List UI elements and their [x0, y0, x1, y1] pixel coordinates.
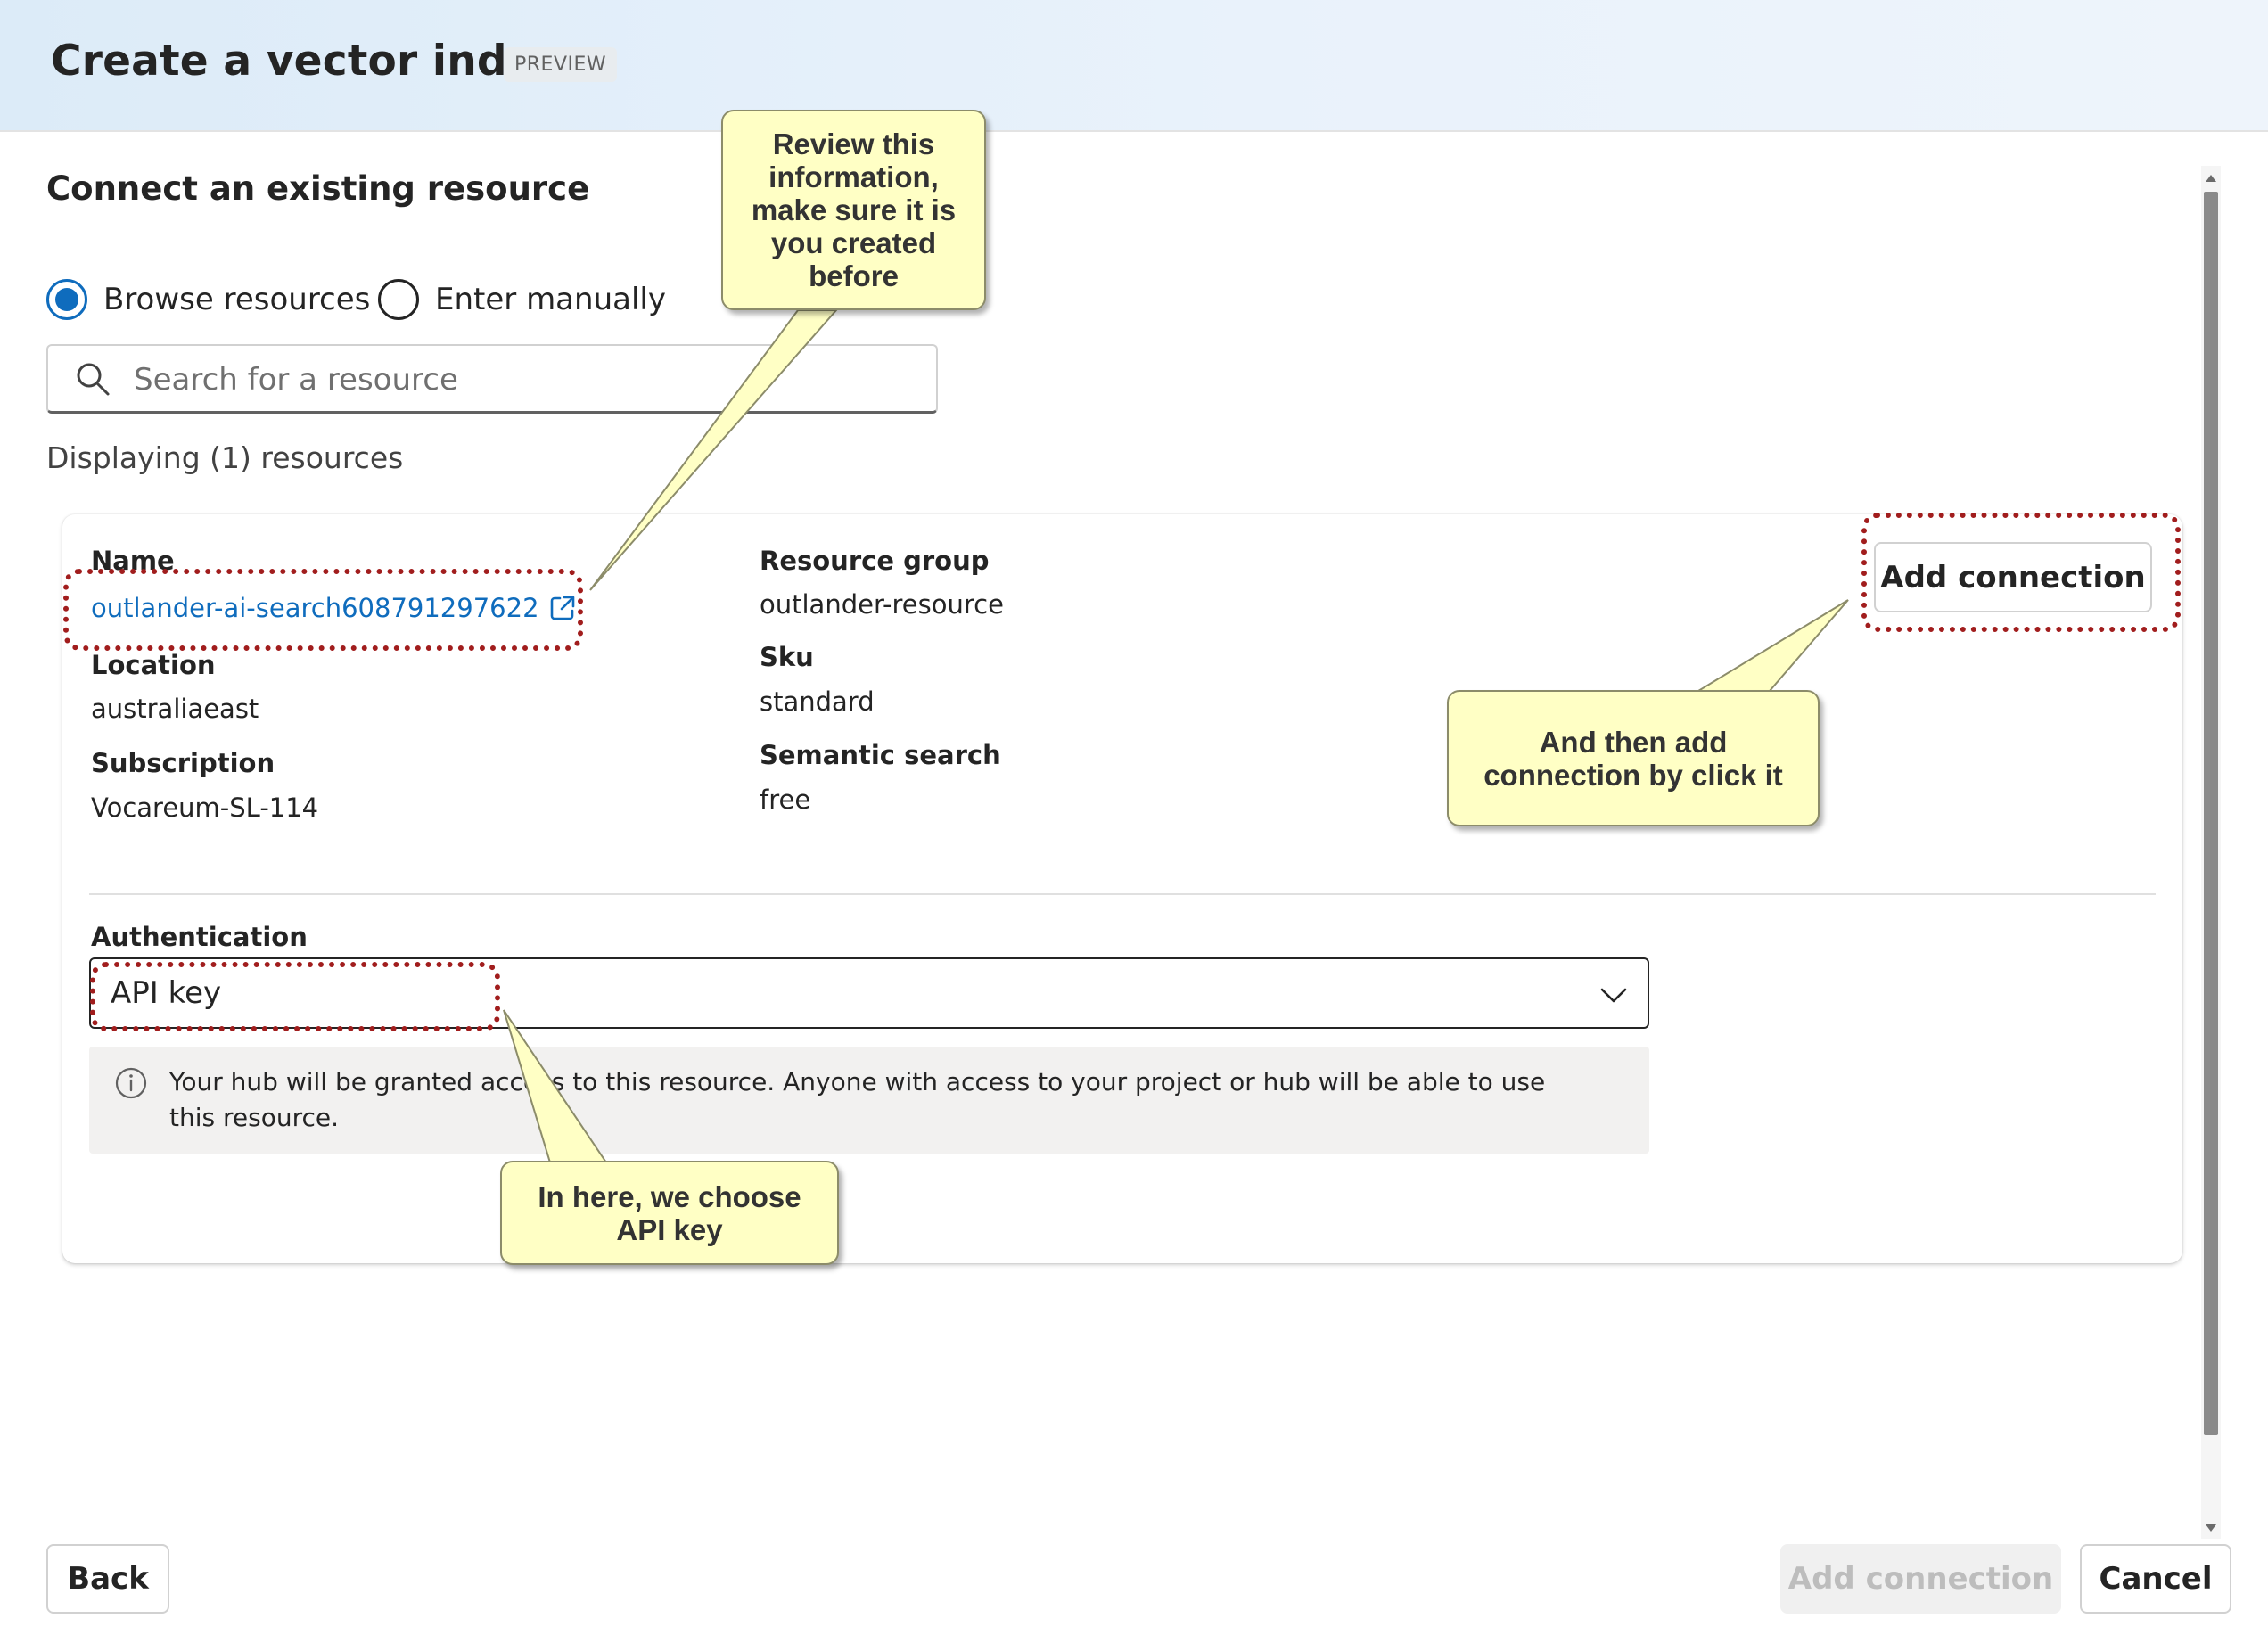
resource-name-highlight — [63, 569, 583, 651]
scrollbar-thumb[interactable] — [2204, 192, 2218, 1435]
scroll-up-arrow-icon[interactable] — [2202, 169, 2220, 187]
sku-value: standard — [760, 686, 875, 717]
info-message: Your hub will be granted access to this … — [89, 1047, 1649, 1154]
resource-group-value: outlander-resource — [760, 589, 1004, 620]
section-title: Connect an existing resource — [46, 169, 590, 208]
subscription-label: Subscription — [91, 748, 275, 778]
location-label: Location — [91, 650, 216, 680]
radio-browse-label: Browse resources — [103, 282, 371, 317]
chevron-down-icon — [1600, 988, 1627, 1003]
info-text: Your hub will be granted access to this … — [169, 1067, 1546, 1132]
radio-enter-manually[interactable]: Enter manually — [378, 277, 666, 322]
dialog-title: Create a vector index — [51, 37, 563, 86]
results-count: Displaying (1) resources — [46, 440, 404, 475]
api-key-highlight — [90, 962, 500, 1031]
search-icon — [77, 363, 110, 396]
radio-browse-indicator[interactable] — [46, 279, 87, 320]
semantic-search-label: Semantic search — [760, 740, 1001, 770]
info-icon — [115, 1067, 147, 1099]
add-connection-callout: And then add connection by click it — [1447, 690, 1820, 826]
semantic-search-value: free — [760, 785, 811, 815]
footer-add-connection-button[interactable]: Add connection — [1780, 1544, 2061, 1614]
location-value: australiaeast — [91, 694, 259, 724]
search-input[interactable] — [132, 355, 920, 405]
add-connection-highlight — [1861, 513, 2181, 632]
subscription-value: Vocareum-SL-114 — [91, 793, 319, 823]
radio-manual-indicator[interactable] — [378, 279, 419, 320]
authentication-label: Authentication — [91, 922, 308, 952]
sku-label: Sku — [760, 642, 814, 672]
dialog-header: Create a vector index PREVIEW — [0, 0, 2268, 132]
radio-browse-resources[interactable]: Browse resources — [46, 277, 370, 322]
card-divider — [89, 893, 2156, 895]
back-button[interactable]: Back — [46, 1544, 169, 1614]
preview-badge: PREVIEW — [504, 47, 618, 82]
search-box[interactable] — [46, 344, 938, 414]
resource-group-label: Resource group — [760, 546, 990, 576]
review-callout: Review this information, make sure it is… — [721, 110, 986, 310]
api-key-callout: In here, we choose API key — [500, 1161, 839, 1265]
radio-manual-label: Enter manually — [435, 282, 666, 317]
scroll-down-arrow-icon[interactable] — [2202, 1519, 2220, 1537]
cancel-button[interactable]: Cancel — [2080, 1544, 2231, 1614]
